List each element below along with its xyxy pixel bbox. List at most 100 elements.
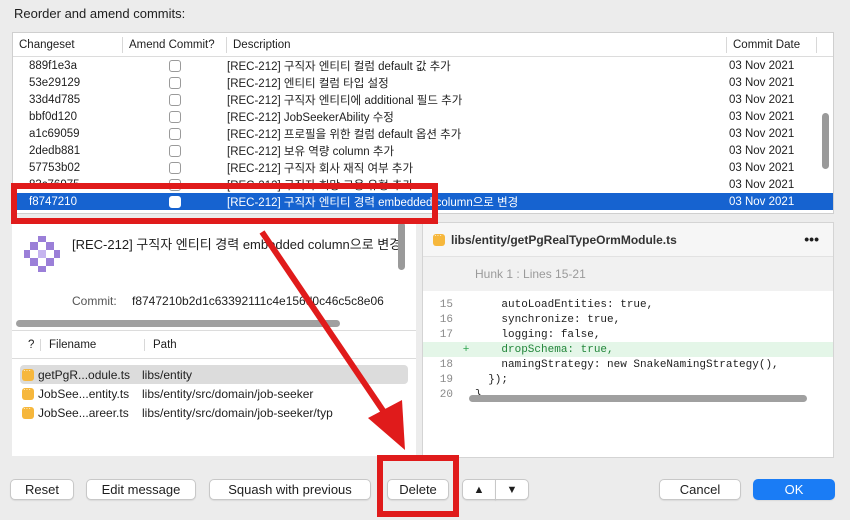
column-header-amend[interactable]: Amend Commit? [123, 36, 227, 53]
amend-checkbox[interactable] [169, 110, 181, 123]
commit-row[interactable]: 53e29129 [REC-212] 엔티티 컬럼 타입 설정 03 Nov 202… [13, 74, 833, 91]
amend-checkbox[interactable] [169, 93, 181, 106]
commit-message: [REC-212] 구직자 엔티티 경력 embedded column으로 변… [72, 237, 402, 252]
amend-cell [123, 144, 227, 157]
move-down-button[interactable]: ▼ [495, 479, 529, 500]
file-rows: getPgR...odule.ts libs/entity JobSee...ent… [12, 365, 416, 422]
column-header-status[interactable]: ? [12, 339, 40, 351]
code-text: }); [475, 373, 509, 386]
column-header-date[interactable]: Commit Date [727, 36, 817, 53]
column-header-path[interactable]: Path [144, 338, 404, 351]
code-text: synchronize: true, [475, 313, 621, 326]
commit-date: 03 Nov 2021 [729, 178, 795, 191]
commit-date: 03 Nov 2021 [729, 93, 795, 106]
commit-date: 03 Nov 2021 [729, 195, 795, 208]
commits-scrollbar[interactable] [822, 113, 829, 169]
reset-button[interactable]: Reset [10, 479, 74, 500]
commit-changeset: 2dedb881 [29, 144, 81, 157]
commit-row[interactable]: bbf0d120 [REC-212] JobSeekerAbility 수정 03 … [13, 108, 833, 125]
amend-checkbox[interactable] [169, 59, 181, 72]
line-number: 19 [439, 373, 453, 386]
file-name: getPgR...odule.ts [38, 367, 131, 382]
hunk-header: Hunk 1 : Lines 15-21 [423, 257, 833, 291]
code-text: logging: false, [475, 328, 601, 341]
detail-horizontal-scrollbar[interactable] [16, 320, 340, 327]
file-path: libs/entity/src/domain/job-seeker [142, 386, 314, 401]
file-row[interactable]: getPgR...odule.ts libs/entity [20, 365, 408, 384]
move-up-button[interactable]: ▲ [462, 479, 496, 500]
commit-changeset: 889f1e3a [29, 59, 77, 72]
diff-file-path: libs/entity/getPgRealTypeOrmModule.ts [451, 232, 677, 247]
diff-horizontal-scrollbar[interactable] [469, 395, 807, 402]
line-number: 16 [439, 313, 453, 326]
commit-changeset: bbf0d120 [29, 110, 77, 123]
file-row[interactable]: JobSee...entity.ts libs/entity/src/domain… [20, 384, 408, 403]
column-header-changeset[interactable]: Changeset [13, 36, 123, 53]
column-header-description[interactable]: Description [227, 36, 727, 53]
commit-row[interactable]: 33d4d785 [REC-212] 구직자 엔티티에 additional 필드… [13, 91, 833, 108]
file-modified-icon [22, 385, 34, 400]
code-line: 15 autoLoadEntities: true, [423, 297, 833, 312]
file-icon [433, 231, 445, 246]
squash-with-previous-button[interactable]: Squash with previous [209, 479, 371, 500]
added-line: + dropSchema: true, [423, 342, 833, 357]
commit-changeset: 53e29129 [29, 76, 81, 89]
amend-checkbox[interactable] [169, 144, 181, 157]
commit-description: [REC-212] 엔티티 컬럼 타입 설정 [227, 77, 389, 90]
amend-checkbox[interactable] [169, 76, 181, 89]
line-number: 20 [439, 388, 453, 401]
amend-checkbox[interactable] [169, 161, 181, 174]
column-header-filename[interactable]: Filename [40, 338, 144, 351]
line-number: 18 [439, 358, 453, 371]
file-path: libs/entity [142, 367, 193, 382]
code-view: 15 autoLoadEntities: true, 16 synchronize… [423, 291, 833, 402]
code-line: 19 }); [423, 372, 833, 387]
file-modified-icon [22, 404, 34, 419]
amend-cell [123, 59, 227, 72]
diff-panel: libs/entity/getPgRealTypeOrmModule.ts ••… [422, 222, 834, 458]
diff-marker: + [462, 343, 470, 356]
code-line: 16 synchronize: true, [423, 312, 833, 327]
file-name: JobSee...entity.ts [38, 386, 130, 401]
edit-message-button[interactable]: Edit message [86, 479, 196, 500]
detail-vertical-scrollbar[interactable] [398, 222, 405, 270]
code-line: 17 logging: false, [423, 327, 833, 342]
commit-description: [REC-212] 보유 역량 column 추가 [227, 145, 395, 158]
avatar [22, 234, 62, 274]
commit-date: 03 Nov 2021 [729, 161, 795, 174]
amend-cell [123, 93, 227, 106]
commit-changeset: 33d4d785 [29, 93, 81, 106]
diff-header: libs/entity/getPgRealTypeOrmModule.ts ••… [423, 223, 833, 257]
code-text: dropSchema: true, [475, 343, 614, 356]
annotation-highlight-row [11, 183, 438, 224]
ok-button[interactable]: OK [753, 479, 835, 500]
files-table-header: ? Filename Path [12, 331, 416, 359]
amend-cell [123, 161, 227, 174]
commit-description: [REC-212] JobSeekerAbility 수정 [227, 111, 394, 124]
more-options-icon[interactable]: ••• [804, 231, 819, 247]
commit-description: [REC-212] 구직자 회사 재직 여부 추가 [227, 162, 414, 175]
line-number: 17 [439, 328, 453, 341]
code-text: autoLoadEntities: true, [475, 298, 654, 311]
commit-date: 03 Nov 2021 [729, 76, 795, 89]
cancel-button[interactable]: Cancel [659, 479, 741, 500]
file-row[interactable]: JobSee...areer.ts libs/entity/src/domain/… [20, 403, 408, 422]
annotation-highlight-delete [377, 455, 459, 517]
file-path: libs/entity/src/domain/job-seeker/typ [142, 405, 333, 420]
commit-row[interactable]: 889f1e3a [REC-212] 구직자 엔티티 컬럼 default 값 추… [13, 57, 833, 74]
commit-row[interactable]: a1c69059 [REC-212] 프로필을 위한 컬럼 default 옵션 … [13, 125, 833, 142]
commit-date: 03 Nov 2021 [729, 59, 795, 72]
commit-row[interactable]: 57753b02 [REC-212] 구직자 회사 재직 여부 추가 03 Nov … [13, 159, 833, 176]
commit-label: Commit: [72, 294, 117, 308]
commit-date: 03 Nov 2021 [729, 127, 795, 140]
amend-checkbox[interactable] [169, 127, 181, 140]
commits-table-header: Changeset Amend Commit? Description Comm… [13, 33, 833, 57]
commit-detail: [REC-212] 구직자 엔티티 경력 embedded column으로 변… [12, 222, 416, 330]
commit-description: [REC-212] 구직자 엔티티에 additional 필드 추가 [227, 94, 463, 107]
file-name: JobSee...areer.ts [38, 405, 129, 420]
files-table: ? Filename Path getPgR...odule.ts libs/en… [12, 330, 416, 456]
commit-row[interactable]: 2dedb881 [REC-212] 보유 역량 column 추가 03 Nov … [13, 142, 833, 159]
commit-description: [REC-212] 프로필을 위한 컬럼 default 옵션 추가 [227, 128, 462, 141]
commit-changeset: a1c69059 [29, 127, 80, 140]
amend-cell [123, 110, 227, 123]
